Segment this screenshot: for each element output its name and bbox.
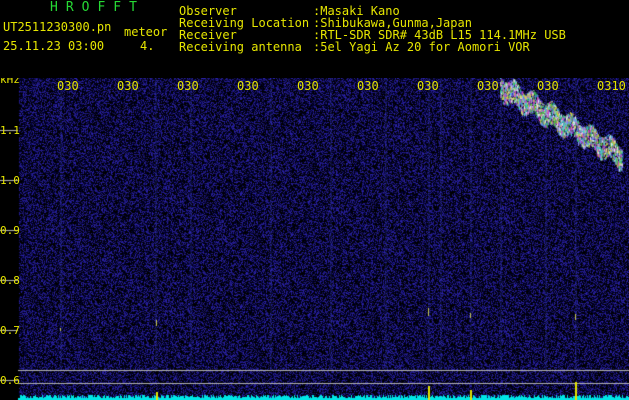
mode-number: 4.: [140, 39, 155, 53]
time-tick-label: 0304: [237, 80, 259, 92]
freq-tick-label: 1.1: [0, 124, 20, 137]
time-tick-label: 0306: [357, 80, 379, 92]
file-name: UT2511230300.pn: [3, 20, 112, 34]
freq-tick-label: 0.9: [0, 224, 20, 237]
time-tick-label: 0308: [477, 80, 499, 92]
time-tick-label: 0303: [177, 80, 199, 92]
freq-tick-label: 0.6: [0, 374, 20, 387]
waterfall-plot: 0301 0302 0303 0304 0305 0306 0307 0308 …: [0, 78, 629, 400]
freq-unit-label: kHz: [0, 78, 20, 86]
freq-tick-label: 0.8: [0, 274, 20, 287]
time-tick-label: 0305: [297, 80, 319, 92]
file-suffix: meteor: [124, 25, 168, 39]
spectrogram-canvas: [0, 78, 629, 400]
antenna-value: :5el Yagi Az 20 for Aomori VOR: [313, 40, 530, 54]
time-tick-label: 0302: [117, 80, 139, 92]
freq-tick-label: 1.0: [0, 174, 20, 187]
time-tick-label: 0301: [57, 80, 79, 92]
time-tick-label: 0307: [417, 80, 439, 92]
antenna-label: Receiving antenna: [179, 40, 302, 54]
freq-tick-label: 0.7: [0, 324, 20, 337]
header-panel: HROFFT UT2511230300.pn meteor 25.11.23 0…: [0, 0, 629, 78]
time-tick-label: 0310: [597, 80, 626, 92]
time-tick-label: 0309: [537, 80, 559, 92]
app-title: HROFFT: [50, 0, 145, 15]
timestamp: 25.11.23 03:00: [3, 39, 105, 53]
